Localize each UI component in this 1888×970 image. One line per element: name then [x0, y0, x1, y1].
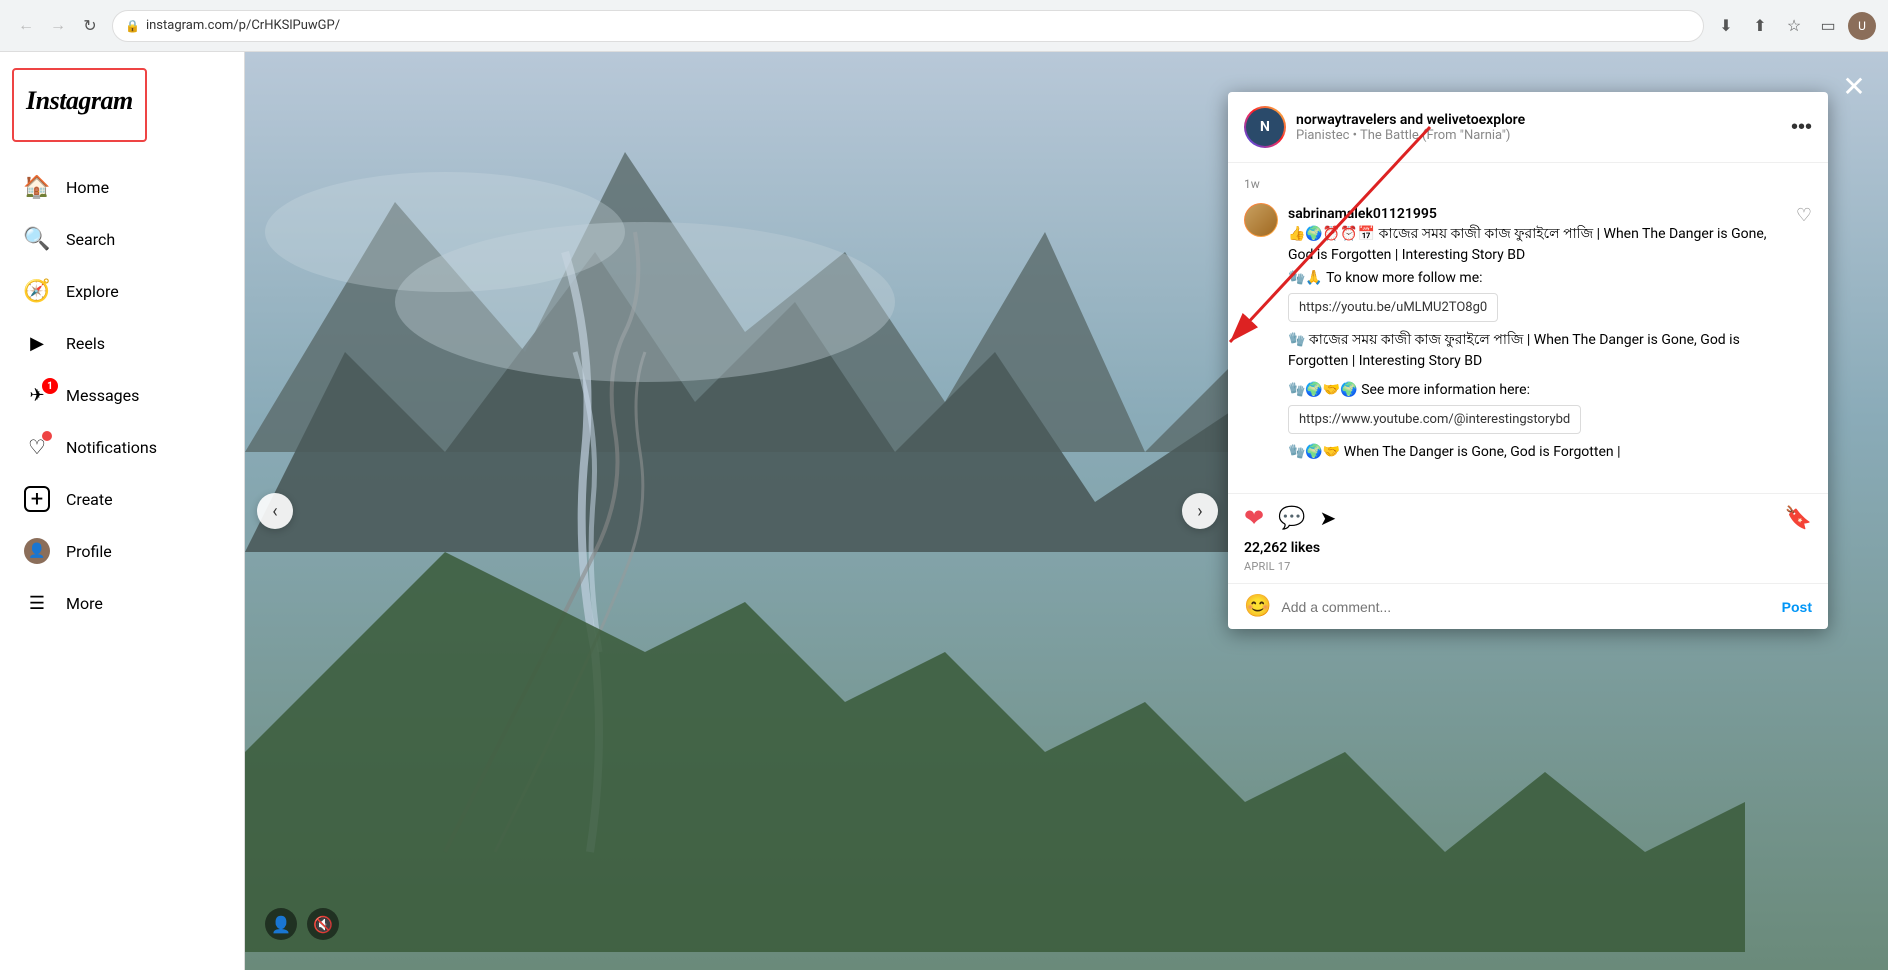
- comment-avatar-image: [1245, 204, 1277, 236]
- sidebar-label-more: More: [66, 594, 103, 613]
- sidebar-nav: 🏠 Home 🔍 Search 🧭 Explore ▶ Reels ✈ Mess…: [12, 162, 232, 630]
- share-button[interactable]: ⬆: [1746, 12, 1774, 40]
- comment-emoji-icons: 👍🌍⏰⏰📅: [1288, 226, 1375, 242]
- profile-icon: 👤: [24, 538, 50, 564]
- browser-chrome: ← → ↻ 🔒 instagram.com/p/CrHKSlPuwGP/ ⬇ ⬆…: [0, 0, 1888, 52]
- browser-action-buttons: ⬇ ⬆ ☆ ▭ U: [1712, 12, 1876, 40]
- sidebar-item-home[interactable]: 🏠 Home: [12, 162, 232, 212]
- comment-emojis: 👍🌍⏰⏰📅 কাজের সময় কাজী কাজ ফুরাইলে পাজি |…: [1288, 224, 1786, 266]
- explore-icon: 🧭: [24, 278, 50, 304]
- comment-button[interactable]: 💬: [1278, 506, 1305, 531]
- sidebar-label-search: Search: [66, 230, 115, 249]
- sidebar-item-messages[interactable]: ✈ Messages 1: [12, 370, 232, 420]
- comment-username[interactable]: sabrinamalek01121995: [1288, 206, 1437, 222]
- comment-like-button[interactable]: ♡: [1796, 203, 1812, 226]
- browser-nav-buttons: ← → ↻: [12, 12, 104, 40]
- post-comment-button[interactable]: Post: [1782, 599, 1812, 615]
- close-button[interactable]: ✕: [1836, 68, 1872, 104]
- likes-count: 22,262 likes: [1244, 540, 1812, 556]
- comment-avatar[interactable]: [1244, 203, 1278, 237]
- post-subtitle: Pianistec • The Battle (From "Narnia"): [1296, 128, 1781, 143]
- instagram-logo[interactable]: Instagram: [12, 68, 147, 142]
- url-text: instagram.com/p/CrHKSlPuwGP/: [146, 18, 1691, 33]
- more-icon: ☰: [24, 590, 50, 616]
- share-button[interactable]: ➤: [1320, 506, 1337, 530]
- browser-profile-avatar[interactable]: U: [1848, 12, 1876, 40]
- sidebar-item-create[interactable]: + Create: [12, 474, 232, 524]
- comment-input[interactable]: [1281, 599, 1771, 615]
- sidebar-item-notifications[interactable]: ♡ Notifications: [12, 422, 232, 472]
- comment-input-area: 😊 Post: [1228, 584, 1828, 629]
- search-icon: 🔍: [24, 226, 50, 252]
- logo-text: Instagram: [26, 86, 133, 115]
- sidebar-label-create: Create: [66, 490, 113, 509]
- home-icon: 🏠: [24, 174, 50, 200]
- forward-button[interactable]: →: [44, 12, 72, 40]
- post-actions: ❤ 💬 ➤ 🔖 22,262 likes APRIL 17: [1228, 494, 1828, 584]
- comment-truncated: 🧤🌍🤝 When The Danger is Gone, God is Forg…: [1288, 442, 1786, 463]
- save-button[interactable]: 🔖: [1785, 506, 1812, 531]
- post-timestamp: 1w: [1244, 177, 1812, 191]
- comment-body: sabrinamalek01121995 👍🌍⏰⏰📅 কাজের সময় কা…: [1288, 203, 1786, 463]
- notifications-icon: ♡: [24, 434, 50, 460]
- sidebar-label-messages: Messages: [66, 386, 139, 405]
- comment-link-2[interactable]: https://www.youtube.com/@interestingstor…: [1288, 405, 1581, 434]
- next-arrow[interactable]: ›: [1182, 493, 1218, 529]
- sidebar-label-profile: Profile: [66, 542, 112, 561]
- post-modal: N norwaytravelers and welivetoexplore Pi…: [1228, 92, 1828, 629]
- comment-follow: 🧤🙏 To know more follow me:: [1288, 268, 1786, 289]
- sidebar-label-explore: Explore: [66, 282, 119, 301]
- video-controls: 👤 🔇: [265, 908, 339, 940]
- emoji-picker-button[interactable]: 😊: [1244, 594, 1271, 619]
- reels-icon: ▶: [24, 330, 50, 356]
- lock-icon: 🔒: [125, 19, 140, 33]
- post-header: N norwaytravelers and welivetoexplore Pi…: [1228, 92, 1828, 163]
- post-comments[interactable]: 1w sabrinamalek01121995 👍🌍⏰⏰📅 কাজের সময়…: [1228, 163, 1828, 494]
- comment-more-bengali: 🧤 কাজের সময় কাজী কাজ ফুরাইলে পাজি | Whe…: [1288, 330, 1786, 372]
- like-button[interactable]: ❤: [1244, 504, 1264, 532]
- see-more-text: 🧤🌍🤝🌍 See more information here:: [1288, 382, 1530, 398]
- sidebar: Instagram 🏠 Home 🔍 Search 🧭 Explore ▶ Re…: [0, 52, 245, 970]
- comment-link-1[interactable]: https://youtu.be/uMLMU2TO8g0: [1288, 293, 1498, 322]
- main-content: 👤 🔇 ‹ › ✕ N norwaytravelers and weliveto…: [245, 52, 1888, 970]
- chevron-right-icon: ›: [1197, 501, 1202, 522]
- messages-badge: 1: [42, 378, 58, 394]
- download-button[interactable]: ⬇: [1712, 12, 1740, 40]
- post-avatar-inner: N: [1246, 108, 1284, 146]
- post-avatar: N: [1244, 106, 1286, 148]
- sidebar-item-reels[interactable]: ▶ Reels: [12, 318, 232, 368]
- sidebar-item-search[interactable]: 🔍 Search: [12, 214, 232, 264]
- follow-text: 🧤🙏 To know more follow me:: [1288, 270, 1483, 286]
- video-user-icon[interactable]: 👤: [265, 908, 297, 940]
- chevron-left-icon: ‹: [272, 501, 277, 522]
- sidebar-label-home: Home: [66, 178, 109, 197]
- back-button[interactable]: ←: [12, 12, 40, 40]
- sidebar-item-profile[interactable]: 👤 Profile: [12, 526, 232, 576]
- create-icon: +: [24, 486, 50, 512]
- post-user-info: norwaytravelers and welivetoexplore Pian…: [1296, 112, 1781, 143]
- reload-button[interactable]: ↻: [76, 12, 104, 40]
- prev-arrow[interactable]: ‹: [257, 493, 293, 529]
- sidebar-item-more[interactable]: ☰ More: [12, 578, 232, 628]
- address-bar[interactable]: 🔒 instagram.com/p/CrHKSlPuwGP/: [112, 10, 1704, 42]
- more-options-button[interactable]: •••: [1791, 116, 1812, 139]
- tablet-button[interactable]: ▭: [1814, 12, 1842, 40]
- action-icons-row: ❤ 💬 ➤ 🔖: [1244, 504, 1812, 532]
- sidebar-label-reels: Reels: [66, 334, 105, 353]
- app-layout: Instagram 🏠 Home 🔍 Search 🧭 Explore ▶ Re…: [0, 52, 1888, 970]
- bookmark-button[interactable]: ☆: [1780, 12, 1808, 40]
- comment-see-more: 🧤🌍🤝🌍 See more information here:: [1288, 380, 1786, 401]
- video-mute-icon[interactable]: 🔇: [307, 908, 339, 940]
- post-date: APRIL 17: [1244, 560, 1812, 573]
- sidebar-item-explore[interactable]: 🧭 Explore: [12, 266, 232, 316]
- comment-item: sabrinamalek01121995 👍🌍⏰⏰📅 কাজের সময় কা…: [1244, 203, 1812, 463]
- post-username[interactable]: norwaytravelers and welivetoexplore: [1296, 112, 1781, 128]
- sidebar-label-notifications: Notifications: [66, 438, 157, 457]
